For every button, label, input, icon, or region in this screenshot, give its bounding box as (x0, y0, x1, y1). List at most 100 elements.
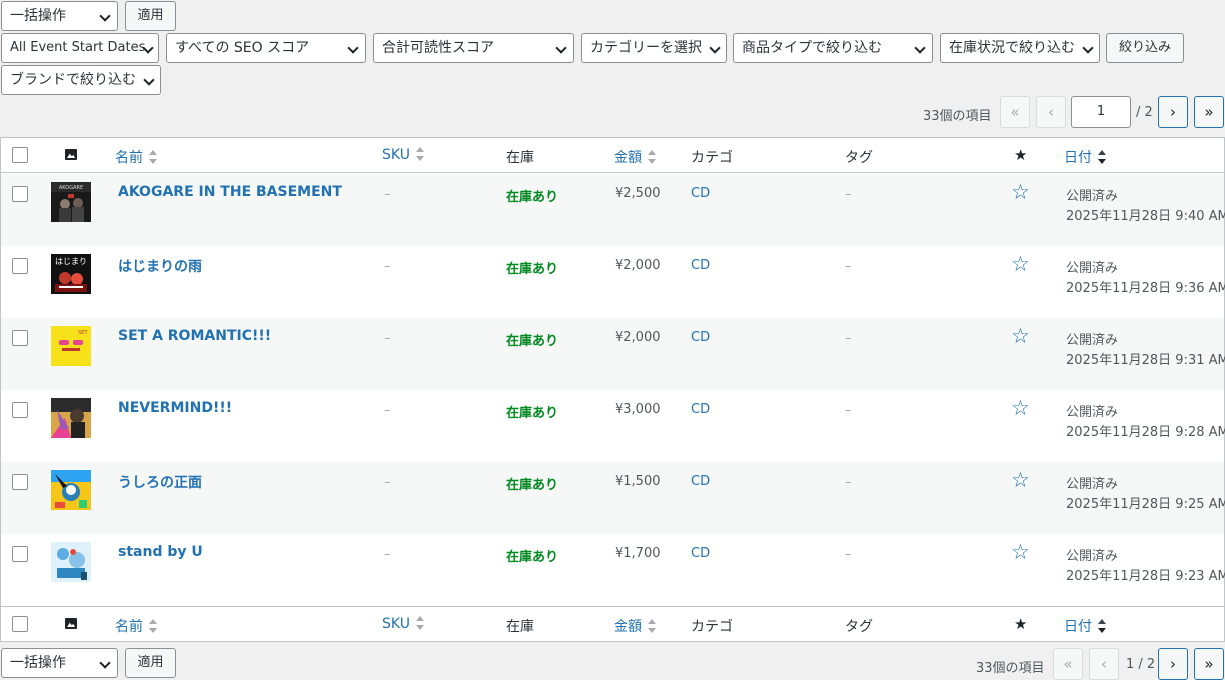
row-checkbox[interactable] (12, 258, 28, 274)
category-link[interactable]: CD (691, 330, 710, 345)
seo-score-filter[interactable]: すべての SEO スコア (166, 33, 366, 63)
post-date: 2025年11月28日 9:23 AM (1066, 569, 1225, 584)
bulk-action-select-label: 一括操作 (10, 8, 66, 24)
product-name-link[interactable]: AKOGARE IN THE BASEMENT (118, 184, 342, 200)
tags-value: – (845, 547, 852, 562)
featured-toggle-icon[interactable]: ☆ (1011, 468, 1030, 492)
column-price-label: 金額 (614, 619, 642, 635)
row-checkbox[interactable] (12, 186, 28, 202)
product-thumbnail[interactable]: はじまり (51, 254, 91, 294)
prev-page-button[interactable]: ‹ (1036, 96, 1066, 128)
item-count: 33個の項目 (976, 661, 1045, 676)
category-link[interactable]: CD (691, 474, 710, 489)
last-page-button[interactable]: » (1194, 648, 1224, 680)
bulk-action-select-bottom[interactable]: 一括操作 (1, 648, 118, 678)
column-name[interactable]: 名前 (115, 616, 157, 636)
first-page-button[interactable]: « (1000, 96, 1030, 128)
row-checkbox[interactable] (12, 546, 28, 562)
category-link[interactable]: CD (691, 186, 710, 201)
sort-icon (648, 619, 656, 633)
post-status: 公開済み (1066, 405, 1119, 420)
product-thumbnail[interactable] (51, 542, 91, 582)
next-page-button[interactable]: › (1158, 648, 1188, 680)
product-name-link[interactable]: stand by U (118, 544, 203, 560)
chevron-down-icon (99, 657, 111, 669)
price-value: ¥2,500 (615, 186, 661, 201)
table-row: stand by U – 在庫あり ¥1,700 CD – ☆ 公開済み 202… (1, 534, 1225, 606)
table-header: 名前 SKU 在庫 金額 カテゴ タグ ★ 日付 (1, 138, 1224, 173)
column-date-label: 日付 (1064, 150, 1092, 166)
chevron-down-icon (143, 74, 155, 86)
last-page-button[interactable]: » (1194, 96, 1224, 128)
column-price[interactable]: 金額 (614, 147, 656, 167)
post-status: 公開済み (1066, 477, 1119, 492)
chevron-down-icon (914, 42, 926, 54)
readability-score-filter[interactable]: 合計可読性スコア (373, 33, 574, 63)
featured-star-icon[interactable]: ★ (1014, 146, 1027, 164)
filter-label: 在庫状況で絞り込む (949, 40, 1075, 56)
event-start-date-filter[interactable]: All Event Start Dates (1, 33, 159, 63)
category-link[interactable]: CD (691, 258, 710, 273)
product-thumbnail[interactable]: AKOGARE (51, 182, 91, 222)
product-name-link[interactable]: はじまりの雨 (118, 256, 202, 276)
product-name-link[interactable]: SET A ROMANTIC!!! (118, 328, 271, 344)
post-date: 2025年11月28日 9:28 AM (1066, 425, 1225, 440)
bulk-apply-button-bottom[interactable]: 適用 (125, 648, 176, 678)
column-category: カテゴ (691, 619, 733, 635)
stock-status: 在庫あり (506, 550, 559, 565)
stock-status: 在庫あり (506, 406, 559, 421)
featured-toggle-icon[interactable]: ☆ (1011, 252, 1030, 276)
filter-button[interactable]: 絞り込み (1106, 33, 1184, 63)
row-checkbox[interactable] (12, 402, 28, 418)
first-page-button[interactable]: « (1053, 648, 1083, 680)
product-name-link[interactable]: NEVERMIND!!! (118, 400, 232, 416)
product-thumbnail[interactable] (51, 470, 91, 510)
category-filter[interactable]: カテゴリーを選択 (581, 33, 727, 63)
column-sku[interactable]: SKU (382, 147, 424, 163)
select-all-checkbox[interactable] (12, 616, 28, 632)
stock-status: 在庫あり (506, 190, 559, 205)
column-price-label: 金額 (614, 150, 642, 166)
category-link[interactable]: CD (691, 546, 710, 561)
featured-toggle-icon[interactable]: ☆ (1011, 540, 1030, 564)
product-thumbnail[interactable] (51, 398, 91, 438)
column-price[interactable]: 金額 (614, 616, 656, 636)
column-name[interactable]: 名前 (115, 147, 157, 167)
sort-icon (415, 147, 424, 161)
table-row: うしろの正面 – 在庫あり ¥1,500 CD – ☆ 公開済み 2025年11… (1, 462, 1225, 534)
item-count: 33個の項目 (923, 109, 992, 124)
column-tags: タグ (845, 150, 873, 166)
column-date[interactable]: 日付 (1064, 616, 1106, 636)
sku-value: – (384, 403, 391, 418)
featured-star-icon[interactable]: ★ (1014, 615, 1027, 633)
featured-toggle-icon[interactable]: ☆ (1011, 324, 1030, 348)
chevron-down-icon (1082, 42, 1094, 54)
stock-status: 在庫あり (506, 478, 559, 493)
product-type-filter[interactable]: 商品タイプで絞り込む (733, 33, 933, 63)
bulk-action-select[interactable]: 一括操作 (1, 1, 118, 31)
column-sku[interactable]: SKU (382, 616, 424, 632)
tags-value: – (845, 259, 852, 274)
bulk-apply-button[interactable]: 適用 (125, 1, 176, 31)
sku-value: – (384, 475, 391, 490)
row-checkbox[interactable] (12, 474, 28, 490)
brand-filter[interactable]: ブランドで絞り込む (1, 65, 161, 95)
product-thumbnail[interactable]: SET (51, 326, 91, 366)
bulk-action-select-label: 一括操作 (10, 655, 66, 671)
featured-toggle-icon[interactable]: ☆ (1011, 180, 1030, 204)
stock-status-filter[interactable]: 在庫状況で絞り込む (940, 33, 1100, 63)
row-checkbox[interactable] (12, 330, 28, 346)
chevron-down-icon (555, 42, 567, 54)
price-value: ¥3,000 (615, 402, 661, 417)
post-date: 2025年11月28日 9:31 AM (1066, 353, 1225, 368)
column-tags: タグ (845, 619, 873, 635)
current-page-input[interactable]: 1 (1071, 96, 1131, 128)
prev-page-button[interactable]: ‹ (1089, 648, 1119, 680)
select-all-checkbox[interactable] (12, 147, 28, 163)
category-link[interactable]: CD (691, 402, 710, 417)
column-stock: 在庫 (506, 150, 534, 166)
column-date[interactable]: 日付 (1064, 147, 1106, 167)
featured-toggle-icon[interactable]: ☆ (1011, 396, 1030, 420)
product-name-link[interactable]: うしろの正面 (118, 472, 202, 492)
next-page-button[interactable]: › (1158, 96, 1188, 128)
